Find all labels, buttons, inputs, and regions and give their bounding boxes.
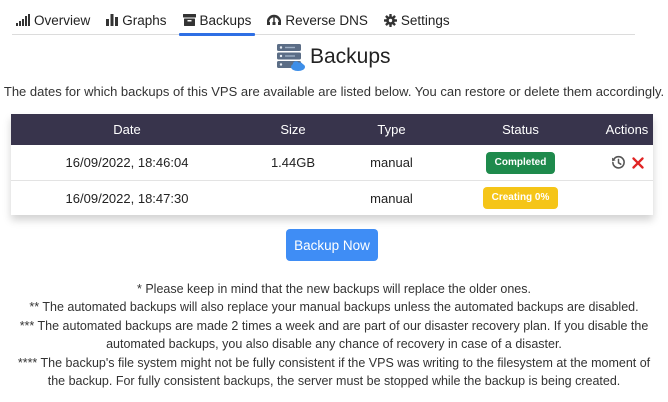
notes: * Please keep in mind that the new backu… [0,280,668,390]
tab-label: Backups [199,12,252,28]
backup-type: manual [370,190,413,206]
column-header-date: Date [113,122,141,137]
note-line: automated backups, you also disable any … [106,337,562,352]
signal-bars-icon [16,14,30,26]
restore-history-icon [611,155,625,169]
backup-date: 16/09/2022, 18:46:04 [65,155,189,170]
tab-overview[interactable]: Overview [12,6,94,34]
tab-reverse-dns[interactable]: Reverse DNS [263,6,372,34]
table-row: 16/09/2022, 18:47:30 manual Creating 0% [11,180,653,215]
backup-date: 16/09/2022, 18:47:30 [65,190,189,206]
column-header-actions: Actions [605,122,649,137]
tab-label: Settings [400,12,450,28]
note-line: * Please keep in mind that the new backu… [137,282,531,296]
column-header-status: Status [502,122,539,137]
tab-label: Overview [34,12,91,28]
status-badge: Creating 0% [482,187,559,209]
tab-label: Reverse DNS [285,12,368,28]
tab-settings[interactable]: Settings [380,6,454,34]
backups-table: Date Size Type Status Actions 16/09/2022… [11,114,653,215]
backup-type: manual [370,155,413,170]
tab-label: Graphs [122,12,167,28]
status-badge: Completed [485,151,556,174]
column-header-type: Type [377,122,406,137]
table-row: 16/09/2022, 18:46:04 1.44GB manual Compl… [11,145,653,180]
tab-backups[interactable]: Backups [178,6,256,36]
page-title-text: Backups [310,45,391,68]
backup-size: 1.44GB [270,155,316,170]
close-icon [631,156,644,169]
page-description: The dates for which backups of this VPS … [3,84,665,99]
bar-chart-icon [106,14,119,26]
table-header: Date Size Type Status Actions [11,114,653,145]
network-icon [267,14,282,25]
column-header-size: Size [280,122,306,137]
note-line: ** The automated backups will also repla… [29,300,639,315]
note-line: *** The automated backups are made 2 tim… [19,318,649,333]
delete-button[interactable] [631,156,644,169]
note-line: **** The backup's file system might not … [17,355,651,370]
backup-now-button[interactable]: Backup Now [286,229,378,261]
note-line: the backup. For fully consistent backups… [47,374,621,389]
page-title: Backups [276,42,391,72]
tab-bar: Overview Graphs Backups Reverse DNS Sett… [12,6,635,36]
restore-button[interactable] [611,155,626,170]
gear-icon [383,13,397,27]
server-cloud-icon [277,44,305,71]
archive-box-icon [182,14,196,26]
tab-graphs[interactable]: Graphs [102,6,170,34]
